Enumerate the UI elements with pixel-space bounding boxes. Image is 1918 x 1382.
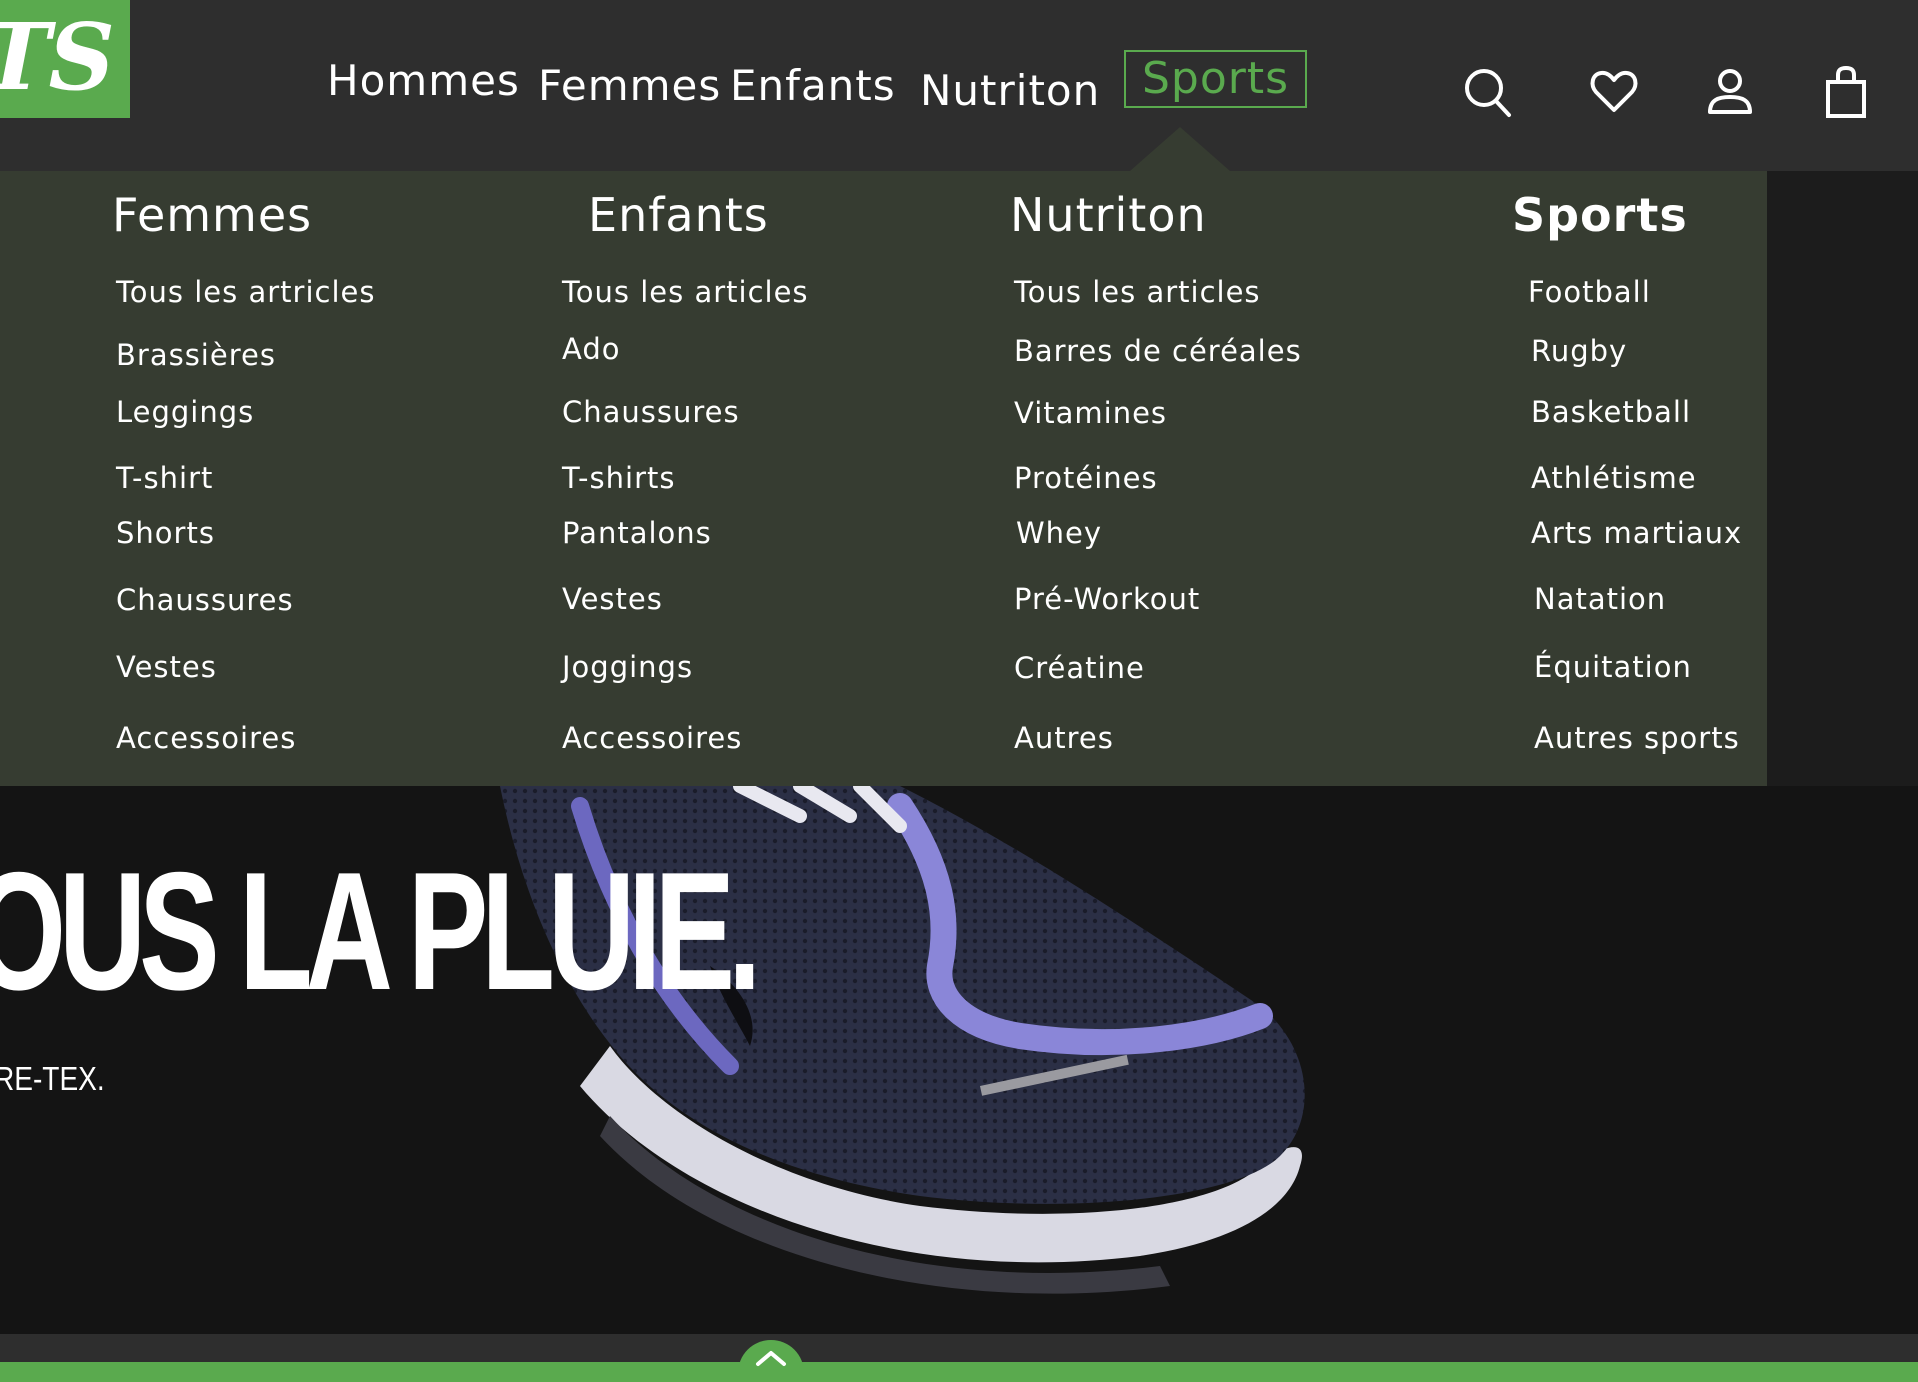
column-title: Femmes xyxy=(112,188,313,242)
menu-link[interactable]: Vestes xyxy=(116,649,217,685)
heart-icon[interactable] xyxy=(1588,64,1640,120)
menu-link[interactable]: Équitation xyxy=(1534,649,1692,685)
column-title: Sports xyxy=(1512,188,1688,242)
menu-link[interactable]: Pantalons xyxy=(562,515,712,551)
menu-link[interactable]: Arts martiaux xyxy=(1531,515,1742,551)
menu-link[interactable]: Tous les articles xyxy=(1014,274,1261,310)
menu-link[interactable]: Vitamines xyxy=(1014,395,1167,431)
nav-item-hommes[interactable]: Hommes xyxy=(327,56,520,106)
menu-link[interactable]: Ado xyxy=(562,331,620,367)
shopping-bag-icon[interactable] xyxy=(1820,64,1872,120)
menu-link[interactable]: Pré-Workout xyxy=(1014,581,1200,617)
menu-link[interactable]: Tous les articles xyxy=(562,274,809,310)
menu-link[interactable]: Brassières xyxy=(116,337,276,373)
menu-link[interactable]: Basketball xyxy=(1531,394,1691,430)
menu-link[interactable]: Chaussures xyxy=(562,394,740,430)
menu-link[interactable]: Barres de céréales xyxy=(1014,333,1302,369)
chevron-up-icon xyxy=(756,1351,786,1366)
menu-caret xyxy=(1130,127,1230,171)
footer-accent-bar xyxy=(0,1362,1918,1382)
menu-link[interactable]: Accessoires xyxy=(562,720,742,756)
menu-link[interactable]: T-shirts xyxy=(562,460,675,496)
hero-banner: OUS LA PLUIE. RE-TEX. xyxy=(0,786,1918,1334)
footer-bar xyxy=(0,1334,1918,1362)
nav-item-nutriton[interactable]: Nutriton xyxy=(920,66,1100,116)
search-icon[interactable] xyxy=(1462,64,1514,120)
hero-headline: OUS LA PLUIE. xyxy=(0,837,761,1025)
menu-link[interactable]: Athlétisme xyxy=(1531,460,1697,496)
hero-subtext: RE-TEX. xyxy=(0,1060,105,1097)
menu-link[interactable]: Vestes xyxy=(562,581,663,617)
menu-link[interactable]: Shorts xyxy=(116,515,215,551)
menu-link[interactable]: Natation xyxy=(1534,581,1666,617)
nav-item-enfants[interactable]: Enfants xyxy=(730,61,896,111)
menu-link[interactable]: Football xyxy=(1528,274,1651,310)
menu-link[interactable]: Rugby xyxy=(1531,333,1627,369)
nav-item-femmes[interactable]: Femmes xyxy=(538,61,721,111)
column-title: Nutriton xyxy=(1010,188,1207,242)
menu-link[interactable]: Leggings xyxy=(116,394,254,430)
menu-link[interactable]: T-shirt xyxy=(116,460,213,496)
menu-link[interactable]: Chaussures xyxy=(116,582,294,618)
mega-menu: Femmes Tous les artricles Brassières Leg… xyxy=(0,171,1767,786)
nav-item-sports[interactable]: Sports xyxy=(1124,50,1308,108)
menu-link[interactable]: Autres xyxy=(1014,720,1114,756)
menu-link[interactable]: Créatine xyxy=(1014,650,1145,686)
menu-link[interactable]: Tous les artricles xyxy=(116,274,375,310)
menu-link[interactable]: Accessoires xyxy=(116,720,296,756)
logo-text: TS xyxy=(0,3,115,111)
menu-link[interactable]: Protéines xyxy=(1014,460,1158,496)
menu-link[interactable]: Autres sports xyxy=(1534,720,1740,756)
menu-link[interactable]: Joggings xyxy=(562,649,693,685)
site-logo[interactable]: TS xyxy=(0,0,130,118)
site-header: TS Hommes Femmes Enfants Nutriton Sports xyxy=(0,0,1918,171)
menu-link[interactable]: Whey xyxy=(1016,515,1102,551)
column-title: Enfants xyxy=(588,188,769,242)
user-icon[interactable] xyxy=(1704,64,1756,120)
